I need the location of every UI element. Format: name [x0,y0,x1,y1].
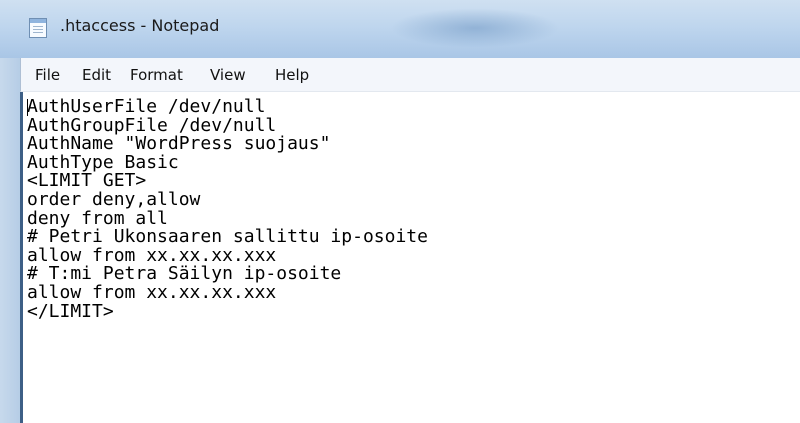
menu-format[interactable]: Format [130,66,183,84]
text-editor[interactable]: AuthUserFile /dev/null AuthGroupFile /de… [20,92,800,423]
notepad-window: .htaccess - Notepad File Edit Format Vie… [0,0,800,423]
menu-view[interactable]: View [210,66,246,84]
menu-bar: File Edit Format View Help [20,58,800,92]
menu-edit[interactable]: Edit [82,66,111,84]
notepad-icon[interactable] [29,18,47,38]
menu-help[interactable]: Help [275,66,309,84]
window-frame-left [0,58,20,423]
window-title: .htaccess - Notepad [60,16,220,35]
title-bar[interactable]: .htaccess - Notepad [0,0,800,59]
editor-line: </LIMIT> [27,300,114,322]
editor-content[interactable]: AuthUserFile /dev/null AuthGroupFile /de… [27,97,428,322]
menu-file[interactable]: File [35,66,60,84]
